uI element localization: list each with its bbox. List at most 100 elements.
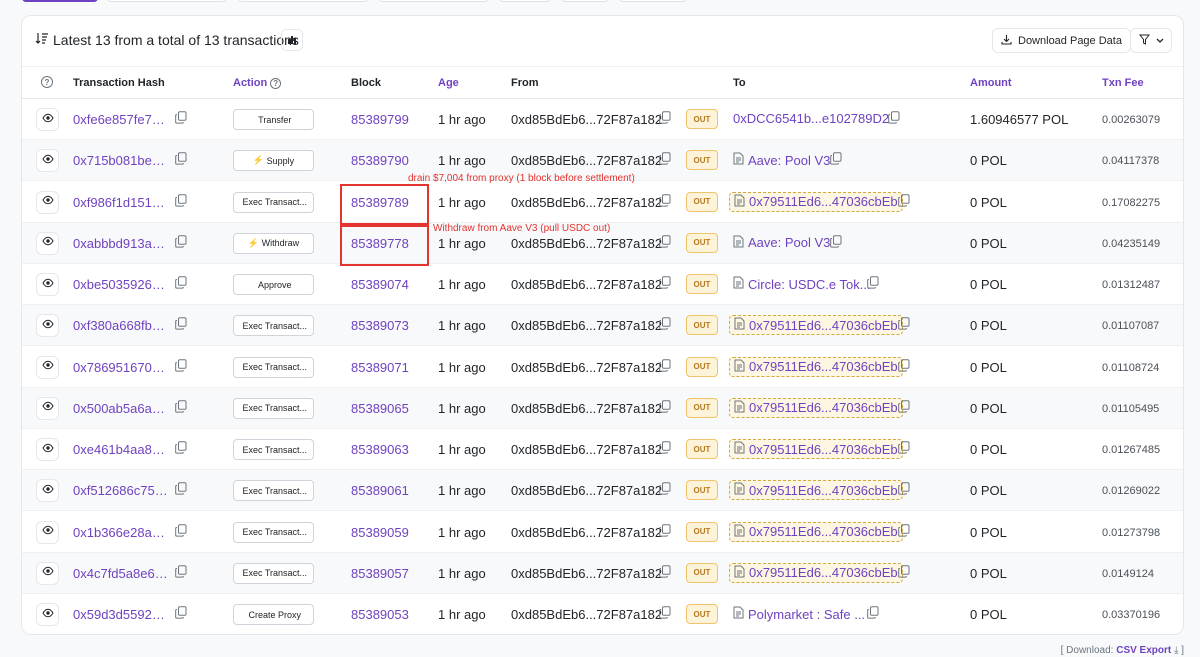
copy-icon[interactable] (830, 152, 842, 166)
copy-icon[interactable] (659, 235, 671, 249)
tab-4[interactable] (379, 0, 489, 2)
tx-hash-link[interactable]: 0xfe6e857fe79... (73, 112, 169, 127)
block-link[interactable]: 85389059 (351, 525, 409, 540)
view-details-button[interactable] (36, 108, 59, 131)
tx-hash-link[interactable]: 0x59d3d55928... (73, 607, 169, 622)
tab-7[interactable] (619, 0, 687, 2)
tab-6[interactable] (561, 0, 609, 2)
to-link[interactable]: 0x79511Ed6...47036cbEb (729, 439, 903, 459)
copy-icon[interactable] (659, 565, 671, 579)
col-amount[interactable]: Amount (970, 77, 1012, 89)
help-icon[interactable]: ? (41, 76, 53, 88)
col-txn-fee[interactable]: Txn Fee (1102, 77, 1144, 89)
tx-hash-link[interactable]: 0xf380a668fb9... (73, 318, 169, 333)
tx-hash-link[interactable]: 0x1b366e28ab... (73, 525, 169, 540)
to-link[interactable]: 0x79511Ed6...47036cbEb (729, 397, 903, 418)
to-link[interactable]: 0xDCC6541b...e102789D2 (733, 111, 889, 126)
view-details-button[interactable] (36, 561, 59, 585)
download-page-data-button[interactable]: Download Page Data (992, 28, 1131, 53)
view-details-button[interactable] (36, 355, 59, 379)
copy-icon[interactable] (175, 565, 187, 579)
tx-hash-link[interactable]: 0x500ab5a6a1... (73, 401, 169, 416)
view-details-button[interactable] (36, 190, 59, 214)
tx-hash-link[interactable]: 0xf986f1d1519... (73, 195, 169, 210)
from-address[interactable]: 0xd85BdEb6...72F87a182 (511, 566, 662, 581)
tx-hash-link[interactable]: 0xe461b4aa80... (73, 442, 169, 457)
to-link[interactable]: 0x79511Ed6...47036cbEb (729, 315, 903, 336)
copy-icon[interactable] (175, 358, 187, 373)
csv-export-link[interactable]: CSV Export (1116, 645, 1171, 656)
block-link[interactable]: 85389790 (351, 153, 409, 168)
copy-icon[interactable] (175, 276, 187, 290)
view-details-button[interactable] (36, 603, 59, 626)
view-details-button[interactable] (36, 231, 59, 255)
copy-icon[interactable] (898, 193, 910, 208)
copy-icon[interactable] (175, 111, 187, 125)
from-address[interactable]: 0xd85BdEb6...72F87a182 (511, 525, 662, 540)
filter-button[interactable] (1130, 28, 1172, 53)
block-link[interactable]: 85389799 (351, 112, 409, 127)
col-age[interactable]: Age (438, 77, 459, 89)
from-address[interactable]: 0xd85BdEb6...72F87a182 (511, 401, 662, 416)
copy-icon[interactable] (898, 523, 910, 538)
to-link[interactable]: 0x79511Ed6...47036cbEb (729, 562, 903, 583)
copy-icon[interactable] (898, 565, 910, 579)
col-action[interactable]: Action? (233, 77, 282, 89)
block-link[interactable]: 85389057 (351, 566, 409, 581)
copy-icon[interactable] (659, 523, 671, 538)
copy-icon[interactable] (867, 606, 879, 620)
block-link[interactable]: 85389074 (351, 277, 409, 292)
copy-icon[interactable] (898, 441, 910, 455)
view-details-button[interactable] (36, 479, 59, 503)
block-link[interactable]: 85389061 (351, 483, 409, 498)
block-link[interactable]: 85389065 (351, 401, 409, 416)
to-link[interactable]: 0x79511Ed6...47036cbEb (729, 521, 903, 542)
from-address[interactable]: 0xd85BdEb6...72F87a182 (511, 112, 662, 127)
copy-icon[interactable] (888, 111, 900, 125)
from-address[interactable]: 0xd85BdEb6...72F87a182 (511, 360, 662, 375)
copy-icon[interactable] (175, 441, 187, 455)
copy-icon[interactable] (175, 152, 187, 166)
copy-icon[interactable] (867, 276, 879, 290)
view-details-button[interactable] (36, 314, 59, 338)
to-link[interactable]: 0x79511Ed6...47036cbEb (729, 191, 903, 212)
block-link[interactable]: 85389063 (351, 442, 409, 457)
tab-3[interactable] (238, 0, 368, 2)
to-link[interactable]: Aave: Pool V3 (733, 235, 830, 251)
analytics-button[interactable] (281, 29, 303, 51)
to-link[interactable]: Aave: Pool V3 (733, 152, 830, 168)
copy-icon[interactable] (830, 235, 842, 249)
copy-icon[interactable] (898, 400, 910, 414)
from-address[interactable]: 0xd85BdEb6...72F87a182 (511, 277, 662, 292)
copy-icon[interactable] (659, 152, 671, 166)
tx-hash-link[interactable]: 0x786951670d... (73, 360, 169, 375)
to-link[interactable]: Polymarket : Safe ... (733, 606, 865, 622)
tx-hash-link[interactable]: 0xf512686c759... (73, 483, 169, 498)
copy-icon[interactable] (659, 276, 671, 290)
copy-icon[interactable] (659, 111, 671, 125)
copy-icon[interactable] (659, 358, 671, 373)
from-address[interactable]: 0xd85BdEb6...72F87a182 (511, 483, 662, 498)
tab-5[interactable] (499, 0, 551, 2)
tab-2[interactable] (107, 0, 227, 2)
to-link[interactable]: Circle: USDC.e Tok... (733, 276, 871, 292)
copy-icon[interactable] (659, 441, 671, 455)
view-details-button[interactable] (36, 149, 59, 173)
from-address[interactable]: 0xd85BdEb6...72F87a182 (511, 607, 662, 622)
tx-hash-link[interactable]: 0x4c7fd5a8e64... (73, 566, 169, 581)
copy-icon[interactable] (898, 317, 910, 331)
copy-icon[interactable] (175, 235, 187, 249)
copy-icon[interactable] (659, 606, 671, 620)
block-link[interactable]: 85389073 (351, 318, 409, 333)
tab-transactions[interactable] (22, 0, 98, 2)
from-address[interactable]: 0xd85BdEb6...72F87a182 (511, 153, 662, 168)
copy-icon[interactable] (175, 193, 187, 208)
from-address[interactable]: 0xd85BdEb6...72F87a182 (511, 318, 662, 333)
from-address[interactable]: 0xd85BdEb6...72F87a182 (511, 195, 662, 210)
copy-icon[interactable] (659, 193, 671, 208)
copy-icon[interactable] (175, 317, 187, 331)
tx-hash-link[interactable]: 0xabbbd913a8... (73, 236, 169, 251)
tx-hash-link[interactable]: 0x715b081be5... (73, 153, 169, 168)
from-address[interactable]: 0xd85BdEb6...72F87a182 (511, 236, 662, 251)
copy-icon[interactable] (659, 400, 671, 414)
